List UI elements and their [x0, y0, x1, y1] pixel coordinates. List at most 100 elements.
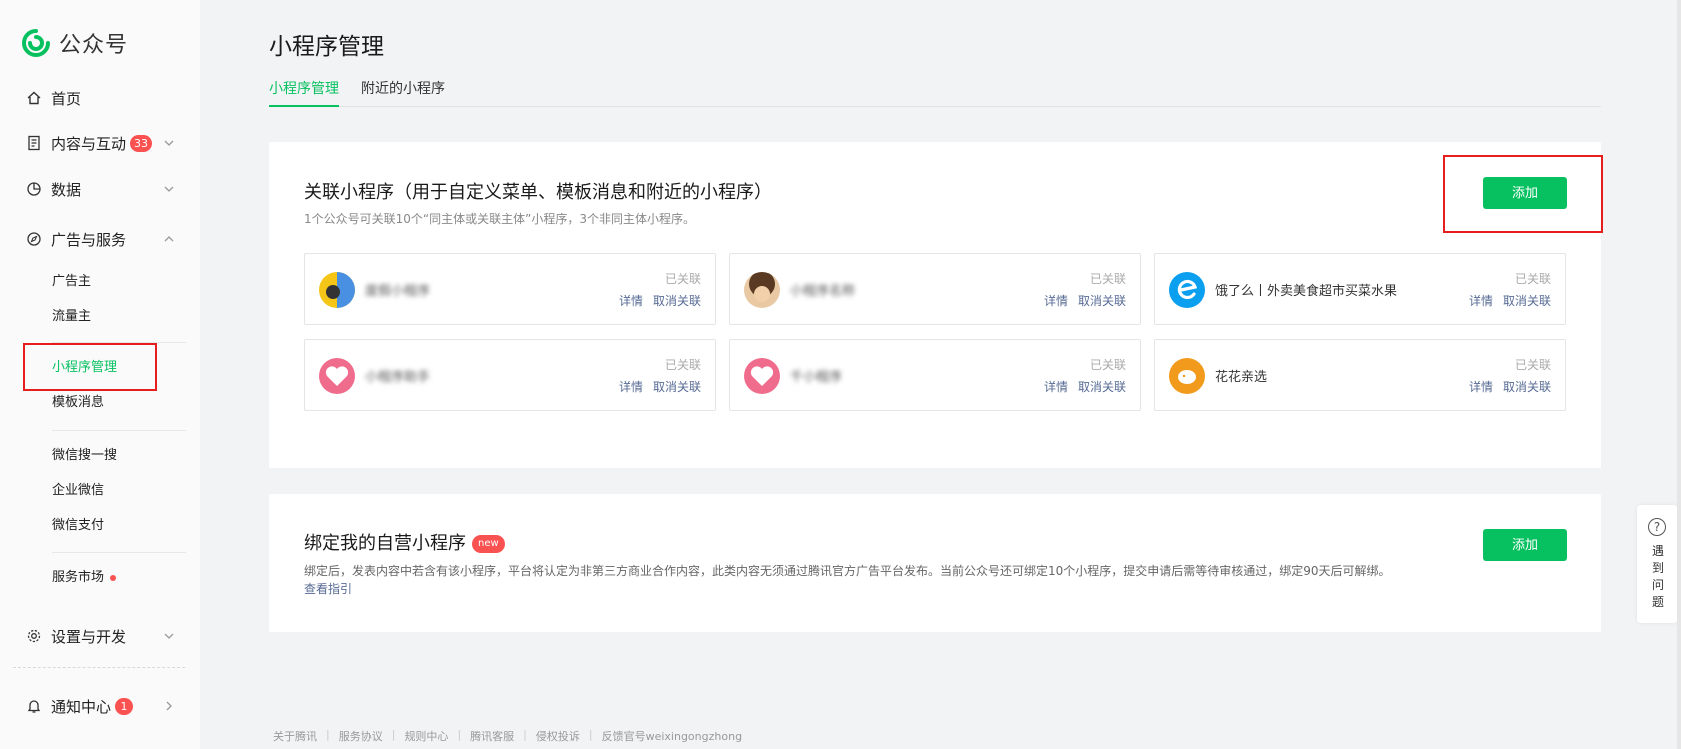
scrollbar[interactable] [1677, 0, 1681, 749]
linked-status: 已关联 [664, 272, 701, 286]
nav-content-label: 内容与互动 [51, 134, 127, 153]
pie-chart-icon [26, 181, 42, 197]
divider [52, 552, 186, 553]
brand-logo-icon [22, 29, 50, 57]
tab-nearby-miniprogram[interactable]: 附近的小程序 [361, 78, 445, 107]
miniprogram-name: 千小程序 [790, 370, 843, 385]
home-icon [26, 90, 42, 106]
linked-title: 关联小程序（用于自定义菜单、模板消息和附近的小程序） [304, 182, 772, 203]
footer-link[interactable]: 反馈官号weixingongzhong [602, 728, 742, 744]
bell-icon [26, 698, 42, 714]
nav-notify-label: 通知中心 [51, 697, 112, 716]
nav-ads-label: 广告与服务 [51, 230, 127, 249]
unlink-link[interactable]: 取消关联 [653, 378, 701, 395]
miniprogram-name: 饿了么丨外卖美食超市买菜水果 [1215, 284, 1398, 299]
nav-settings-label: 设置与开发 [51, 627, 127, 646]
notification-dot [110, 574, 117, 581]
help-widget[interactable]: ? 遇到问题 [1637, 505, 1677, 623]
detail-link[interactable]: 详情 [1044, 378, 1068, 395]
linked-status: 已关联 [1089, 272, 1126, 286]
footer-link[interactable]: 侵权投诉 [536, 728, 580, 744]
highlight-box [1443, 155, 1603, 233]
tab-miniprogram-manage[interactable]: 小程序管理 [269, 78, 339, 107]
miniprogram-item: 小程序助手 已关联 详情 取消关联 [304, 339, 716, 411]
bind-miniprogram-card: 绑定我的自营小程序 new 绑定后，发表内容中若含有该小程序，平台将认定为非第三方… [269, 494, 1601, 632]
bind-title-text: 绑定我的自营小程序 [304, 533, 466, 554]
gear-icon [26, 628, 42, 644]
sub-item-service-market[interactable]: 服务市场 [52, 568, 117, 588]
brand[interactable]: 公众号 [21, 27, 128, 59]
detail-link[interactable]: 详情 [619, 292, 643, 309]
linked-status: 已关联 [1514, 272, 1551, 286]
sub-item-wechat-search[interactable]: 微信搜一搜 [52, 446, 117, 466]
linked-miniprograms-card: 关联小程序（用于自定义菜单、模板消息和附近的小程序） 1个公众号可关联10个“同… [269, 142, 1603, 468]
miniprogram-name: 度假小程序 [365, 284, 431, 299]
document-icon [26, 135, 42, 151]
heart-logo-icon [744, 358, 780, 394]
nav-content[interactable]: 内容与互动 33 [26, 131, 176, 155]
sub-item-publisher[interactable]: 流量主 [52, 307, 91, 327]
avatar [319, 272, 355, 308]
miniprogram-item: 花花亲选 已关联 详情 取消关联 [1154, 339, 1566, 411]
miniprogram-name: 小程序名称 [790, 284, 856, 299]
add-bind-button[interactable]: 添加 [1483, 529, 1567, 561]
miniprogram-item: 千小程序 已关联 详情 取消关联 [729, 339, 1141, 411]
unlink-link[interactable]: 取消关联 [1078, 378, 1126, 395]
sub-item-template-message[interactable]: 模板消息 [52, 393, 104, 413]
miniprogram-name: 小程序助手 [365, 370, 431, 385]
bind-desc: 绑定后，发表内容中若含有该小程序，平台将认定为非第三方商业合作内容，此类内容无须… [304, 564, 1391, 578]
detail-link[interactable]: 详情 [1469, 292, 1493, 309]
sub-item-advertiser[interactable]: 广告主 [52, 272, 91, 292]
service-market-label: 服务市场 [52, 570, 105, 585]
miniprogram-item: 饿了么丨外卖美食超市买菜水果 已关联 详情 取消关联 [1154, 253, 1566, 325]
highlight-box [23, 343, 157, 391]
miniprogram-name: 花花亲选 [1215, 370, 1268, 385]
chevron-right-icon[interactable] [162, 699, 176, 713]
footer-link[interactable]: 服务协议 [339, 728, 383, 744]
piggy-logo-icon [1169, 358, 1205, 394]
unlink-link[interactable]: 取消关联 [1503, 378, 1551, 395]
question-icon: ? [1648, 518, 1666, 536]
nav-settings[interactable]: 设置与开发 [26, 624, 176, 648]
sub-item-wechat-pay[interactable]: 微信支付 [52, 516, 104, 536]
notify-count-badge: 1 [115, 697, 134, 715]
detail-link[interactable]: 详情 [619, 378, 643, 395]
linked-desc: 1个公众号可关联10个“同主体或关联主体”小程序，3个非同主体小程序。 [304, 212, 695, 226]
nav-ads[interactable]: 广告与服务 [26, 227, 176, 251]
chevron-down-icon[interactable] [162, 136, 176, 150]
chevron-down-icon[interactable] [162, 629, 176, 643]
page-title: 小程序管理 [269, 34, 384, 60]
view-guide-link[interactable]: 查看指引 [304, 580, 352, 597]
nav-notify[interactable]: 通知中心 1 [26, 694, 176, 718]
eleme-logo-icon [1169, 272, 1205, 308]
new-badge: new [472, 535, 505, 553]
unlink-link[interactable]: 取消关联 [1503, 292, 1551, 309]
avatar [744, 272, 780, 308]
chevron-down-icon[interactable] [162, 182, 176, 196]
tab-bar: 小程序管理 附近的小程序 [269, 76, 1601, 107]
compass-icon [26, 231, 42, 247]
unlink-link[interactable]: 取消关联 [1078, 292, 1126, 309]
linked-status: 已关联 [1089, 358, 1126, 372]
content-count-badge: 33 [130, 134, 153, 152]
help-label: 遇到问题 [1651, 544, 1664, 609]
nav-data-label: 数据 [51, 180, 82, 199]
miniprogram-item: 小程序名称 已关联 详情 取消关联 [729, 253, 1141, 325]
footer: 关于腾讯 | 服务协议 | 规则中心 | 腾讯客服 | 侵权投诉 | 反馈官号weixin… [273, 728, 743, 744]
nav-data[interactable]: 数据 [26, 177, 176, 201]
brand-name: 公众号 [59, 33, 129, 58]
heart-logo-icon [319, 358, 355, 394]
footer-link[interactable]: 关于腾讯 [273, 728, 317, 744]
footer-link[interactable]: 规则中心 [404, 728, 448, 744]
divider [13, 667, 185, 668]
detail-link[interactable]: 详情 [1044, 292, 1068, 309]
nav-home-label: 首页 [51, 89, 82, 108]
footer-link[interactable]: 腾讯客服 [470, 728, 514, 744]
linked-status: 已关联 [664, 358, 701, 372]
chevron-up-icon[interactable] [162, 232, 176, 246]
divider [52, 430, 186, 431]
unlink-link[interactable]: 取消关联 [653, 292, 701, 309]
nav-home[interactable]: 首页 [26, 86, 176, 110]
detail-link[interactable]: 详情 [1469, 378, 1493, 395]
sub-item-wecom[interactable]: 企业微信 [52, 481, 104, 501]
